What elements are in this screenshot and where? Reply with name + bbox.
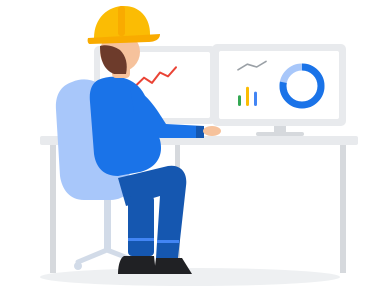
right-monitor bbox=[212, 44, 346, 136]
floor-shadow bbox=[40, 268, 340, 286]
desk-leg-left bbox=[50, 145, 56, 273]
helmet-ridge bbox=[118, 6, 125, 36]
illustration-scene bbox=[0, 0, 375, 294]
worker-shoe-left bbox=[118, 256, 156, 274]
bar-chart-bar bbox=[254, 91, 257, 106]
chair-stem bbox=[104, 196, 111, 252]
right-monitor-base bbox=[256, 132, 304, 136]
chair-wheel bbox=[74, 262, 82, 270]
worker-cuff bbox=[196, 126, 204, 138]
desk-leg-right bbox=[340, 145, 346, 273]
worker-hand bbox=[203, 126, 221, 136]
hard-hat-icon bbox=[87, 6, 160, 44]
pants-reflective-stripe bbox=[157, 240, 179, 243]
worker-shin bbox=[128, 196, 154, 256]
worker-ear bbox=[126, 52, 134, 60]
bar-chart-bar bbox=[246, 86, 249, 106]
worker-at-desk-illustration bbox=[40, 6, 358, 286]
bar-chart-bar bbox=[238, 95, 241, 106]
worker-shoe-right bbox=[154, 258, 192, 274]
pants-reflective-stripe bbox=[128, 238, 154, 241]
